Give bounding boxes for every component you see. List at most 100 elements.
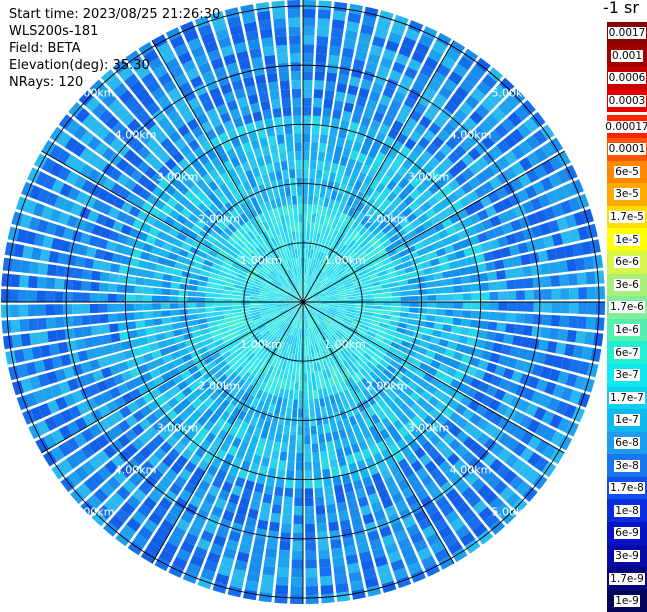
range-bin: [321, 594, 335, 604]
range-bin: [274, 117, 283, 127]
range-bin: [267, 302, 276, 304]
range-bin: [488, 322, 498, 331]
range-bin: [525, 302, 534, 312]
range-bin: [365, 295, 374, 299]
range-bin: [383, 302, 392, 306]
range-bin: [312, 125, 320, 134]
range-label: 1.00km: [324, 338, 366, 351]
range-bin: [297, 187, 302, 196]
range-bin: [339, 300, 348, 302]
range-bin: [345, 426, 354, 436]
range-bin: [283, 206, 289, 216]
range-bin: [338, 74, 349, 85]
range-bin: [303, 186, 308, 195]
range-bin: [296, 462, 303, 471]
range-bin: [311, 142, 318, 151]
range-bin: [293, 533, 303, 542]
range-bin: [190, 325, 200, 332]
range-bin: [305, 249, 308, 258]
range-bin: [138, 337, 148, 346]
range-bin: [303, 204, 307, 213]
range-bin: [214, 307, 223, 311]
range-bin: [280, 451, 288, 461]
range-bin: [274, 162, 281, 172]
range-bin: [418, 289, 427, 295]
range-bin: [521, 337, 532, 348]
range-bin: [297, 426, 303, 435]
range-bin: [1, 289, 10, 302]
colorbar-unit: -1 sr: [603, 0, 647, 17]
range-bin: [224, 290, 233, 294]
range-bin: [325, 81, 335, 91]
range-bin: [224, 310, 233, 314]
range-bin: [187, 297, 196, 302]
range-bin: [303, 133, 310, 142]
range-bin: [427, 251, 437, 260]
range-bin: [287, 0, 300, 9]
range-bin: [147, 335, 157, 344]
range-bin: [292, 551, 303, 560]
range-bin: [310, 417, 316, 426]
range-bin: [65, 328, 75, 339]
range-bin: [578, 302, 587, 314]
range-bin: [327, 144, 335, 154]
range-bin: [406, 272, 416, 279]
range-bin: [276, 576, 289, 586]
range-bin: [436, 295, 445, 301]
range-bin: [489, 302, 498, 310]
range-bin: [259, 511, 270, 521]
range-bin: [293, 205, 298, 214]
range-bin: [259, 137, 268, 147]
range-bin: [288, 9, 301, 18]
range-bin: [303, 231, 306, 240]
range-bin: [332, 19, 345, 29]
range-bin: [408, 319, 418, 325]
range-bin: [306, 586, 319, 595]
range-bin: [232, 292, 241, 296]
range-bin: [303, 0, 316, 9]
range-bin: [383, 297, 392, 301]
range-bin: [241, 296, 250, 299]
range-bin: [595, 270, 605, 284]
range-bin: [253, 66, 265, 77]
range-bin: [305, 479, 313, 488]
range-bin: [303, 222, 306, 231]
range-bin: [333, 565, 346, 575]
range-bin: [303, 89, 312, 98]
range-bin: [327, 441, 335, 451]
range-bin: [275, 171, 282, 181]
range-bin: [453, 310, 462, 317]
range-bin: [190, 273, 200, 280]
range-bin: [263, 448, 272, 458]
range-bin: [152, 303, 161, 310]
range-bin: [286, 142, 293, 151]
range-bin: [399, 317, 409, 323]
colorbar-cell: 0.00017: [607, 115, 647, 138]
range-bin: [271, 450, 279, 460]
range-bin: [65, 267, 75, 278]
range-bin: [442, 324, 452, 332]
range-bin: [321, 406, 327, 416]
range-bin: [29, 332, 39, 345]
range-bin: [275, 198, 281, 208]
range-bin: [254, 148, 263, 158]
range-bin: [10, 274, 20, 287]
range-bin: [73, 316, 83, 326]
range-bin: [143, 311, 152, 318]
range-bin: [317, 18, 330, 28]
range-bin: [284, 488, 293, 497]
range-bin: [578, 287, 587, 299]
range-bin: [305, 542, 316, 551]
range-bin: [188, 314, 197, 320]
range-bin: [549, 328, 559, 340]
range-bin: [308, 196, 313, 205]
colorbar-cell: 3e-9: [607, 545, 647, 568]
range-bin: [290, 595, 303, 604]
range-bin: [374, 298, 383, 302]
range-bin: [463, 293, 472, 300]
range-bin: [296, 160, 302, 169]
colorbar-tick-label: 1e-6: [614, 324, 640, 336]
range-bin: [273, 441, 281, 451]
range-bin: [322, 469, 331, 479]
range-bin: [272, 9, 285, 19]
